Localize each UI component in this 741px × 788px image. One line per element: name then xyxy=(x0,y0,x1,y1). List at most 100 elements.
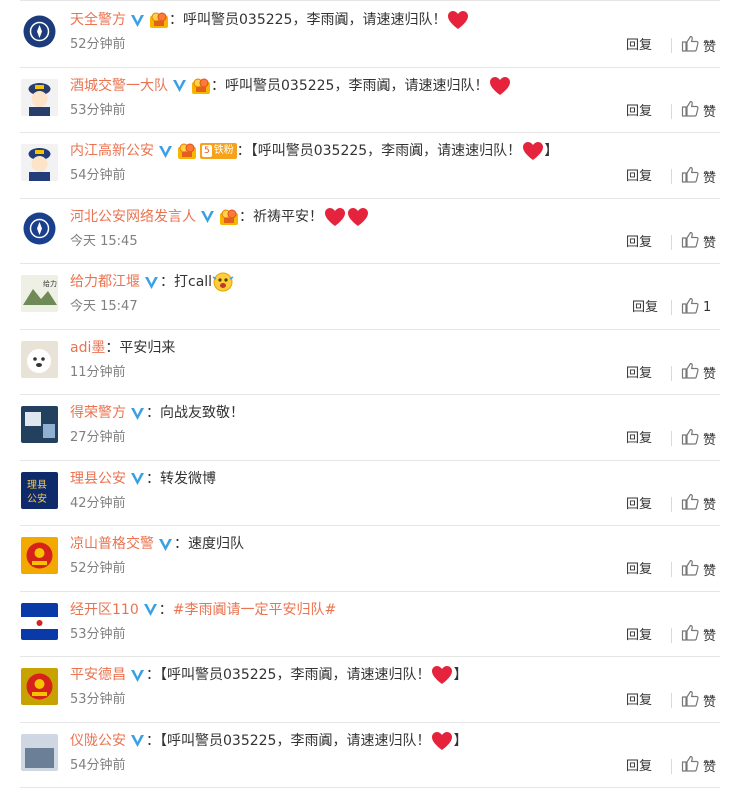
verified-icon xyxy=(129,470,146,487)
svg-text:公安: 公安 xyxy=(27,492,47,505)
reply-button[interactable]: 回复 xyxy=(626,168,652,186)
like-label: 1 xyxy=(703,300,711,315)
comment-line: 凉山普格交警 ：速度归队 xyxy=(70,533,244,555)
like-button[interactable]: 赞 xyxy=(681,363,716,383)
fan-badge: 5铁粉 xyxy=(200,143,237,159)
reply-button[interactable]: 回复 xyxy=(626,103,652,121)
comment-username[interactable]: 平安德昌 xyxy=(70,664,126,686)
verified-icon xyxy=(157,536,174,553)
divider xyxy=(671,431,672,446)
reply-button[interactable]: 回复 xyxy=(626,365,652,383)
comment-time: 52分钟前 xyxy=(70,36,126,54)
comment-text: ：呼叫警员035225，李雨阗，请速速归队！ xyxy=(169,9,446,31)
svg-text:理县: 理县 xyxy=(27,479,47,491)
avatar[interactable]: 理县公安 xyxy=(21,472,58,509)
comment-line: 仪陇公安：【呼叫警员035225，李雨阗，请速速归队！】 xyxy=(70,730,467,752)
like-button[interactable]: 赞 xyxy=(681,428,716,448)
comment-time: 今天 15:47 xyxy=(70,298,138,316)
comment-username[interactable]: 天全警方 xyxy=(70,9,126,31)
comment-username[interactable]: 经开区110 xyxy=(70,599,139,621)
heart-icon xyxy=(522,141,544,161)
reply-button[interactable]: 回复 xyxy=(626,430,652,448)
divider xyxy=(671,497,672,512)
like-button[interactable]: 赞 xyxy=(681,101,716,121)
divider xyxy=(671,693,672,708)
like-button[interactable]: 赞 xyxy=(681,690,716,710)
like-button[interactable]: 赞 xyxy=(681,35,716,55)
avatar[interactable] xyxy=(21,603,58,640)
avatar[interactable] xyxy=(21,406,58,443)
comment-text: ：向战友致敬！ xyxy=(146,402,244,424)
avatar[interactable] xyxy=(21,668,58,705)
comment-username[interactable]: adi墨 xyxy=(70,337,105,359)
comment-text: ：速度归队 xyxy=(174,533,244,555)
reply-button[interactable]: 回复 xyxy=(626,234,652,252)
comment-text: ：【呼叫警员035225，李雨阗，请速速归队！ xyxy=(146,730,430,752)
avatar[interactable] xyxy=(21,210,58,247)
avatar[interactable] xyxy=(21,537,58,574)
topic-link[interactable]: #李雨阗请一定平安归队# xyxy=(173,599,336,621)
medal-icon xyxy=(219,208,239,226)
comment-username[interactable]: 内江高新公安 xyxy=(70,140,154,162)
divider xyxy=(671,366,672,381)
reply-button[interactable]: 回复 xyxy=(626,561,652,579)
avatar[interactable] xyxy=(21,144,58,181)
comment-username[interactable]: 仪陇公安 xyxy=(70,730,126,752)
heart-icon xyxy=(431,665,453,685)
reply-button[interactable]: 回复 xyxy=(632,299,658,317)
reply-button[interactable]: 回复 xyxy=(626,692,652,710)
like-button[interactable]: 赞 xyxy=(681,232,716,252)
like-button[interactable]: 赞 xyxy=(681,166,716,186)
like-label: 赞 xyxy=(703,560,716,579)
comment-item: 酒城交警一大队：呼叫警员035225，李雨阗，请速速归队！53分钟前回复赞 xyxy=(20,67,720,134)
like-button[interactable]: 赞 xyxy=(681,756,716,776)
like-button[interactable]: 赞 xyxy=(681,494,716,514)
thumbs-up-icon xyxy=(681,690,703,711)
avatar[interactable] xyxy=(21,13,58,50)
reply-button[interactable]: 回复 xyxy=(626,37,652,55)
verified-icon xyxy=(171,77,188,94)
like-label: 赞 xyxy=(703,625,716,644)
thumbs-up-icon xyxy=(681,231,703,252)
comment-username[interactable]: 得荣警方 xyxy=(70,402,126,424)
medal-icon xyxy=(177,142,197,160)
like-button[interactable]: 赞 xyxy=(681,559,716,579)
avatar[interactable] xyxy=(21,341,58,378)
comment-username[interactable]: 凉山普格交警 xyxy=(70,533,154,555)
thumbs-up-icon xyxy=(681,100,703,121)
like-label: 赞 xyxy=(703,363,716,382)
comment-line: 平安德昌：【呼叫警员035225，李雨阗，请速速归队！】 xyxy=(70,664,467,686)
comment-text: ：祈祷平安！ xyxy=(239,206,323,228)
comment-username[interactable]: 河北公安网络发言人 xyxy=(70,206,196,228)
comment-time: 53分钟前 xyxy=(70,691,126,709)
divider xyxy=(671,628,672,643)
heart-icon xyxy=(324,207,346,227)
medal-icon xyxy=(149,11,169,29)
comment-username[interactable]: 酒城交警一大队 xyxy=(70,75,168,97)
comment-time: 27分钟前 xyxy=(70,429,126,447)
comment-username[interactable]: 给力都江堰 xyxy=(70,271,140,293)
comment-item: 理县公安理县公安：转发微博42分钟前回复赞 xyxy=(20,460,720,527)
reply-button[interactable]: 回复 xyxy=(626,496,652,514)
avatar[interactable] xyxy=(21,734,58,771)
comment-line: 理县公安：转发微博 xyxy=(70,468,216,490)
like-button[interactable]: 1 xyxy=(681,297,711,317)
reply-button[interactable]: 回复 xyxy=(626,758,652,776)
comment-item: 内江高新公安5铁粉：【呼叫警员035225，李雨阗，请速速归队！】54分钟前回复… xyxy=(20,132,720,199)
comment-item: 天全警方 ：呼叫警员035225，李雨阗，请速速归队！ 52分钟前 回复 赞 xyxy=(20,1,720,68)
avatar[interactable] xyxy=(21,79,58,116)
comment-username[interactable]: 理县公安 xyxy=(70,468,126,490)
avatar[interactable]: 给力 xyxy=(21,275,58,312)
reply-button[interactable]: 回复 xyxy=(626,627,652,645)
thumbs-up-icon xyxy=(681,166,703,187)
like-button[interactable]: 赞 xyxy=(681,625,716,645)
like-label: 赞 xyxy=(703,756,716,775)
comment-item: 经开区110：#李雨阗请一定平安归队#53分钟前回复赞 xyxy=(20,591,720,658)
verified-icon xyxy=(129,732,146,749)
heart-icon xyxy=(489,76,511,96)
divider xyxy=(671,235,672,250)
thumbs-up-icon xyxy=(681,493,703,514)
comment-text: ：呼叫警员035225，李雨阗，请速速归队！ xyxy=(211,75,488,97)
divider xyxy=(671,169,672,184)
heart-icon xyxy=(347,207,369,227)
